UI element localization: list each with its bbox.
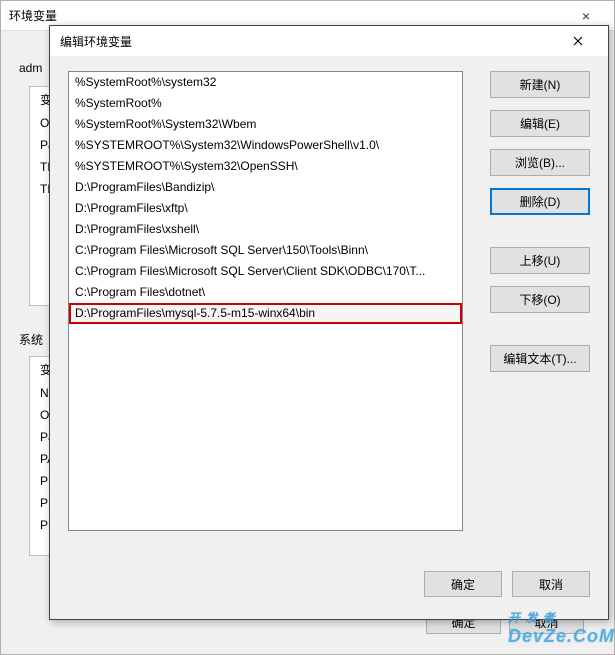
inner-body: %SystemRoot%\system32%SystemRoot%%System…: [50, 56, 608, 619]
inner-button-row: 确定 取消: [424, 571, 590, 597]
new-button[interactable]: 新建(N): [490, 71, 590, 98]
path-list-item[interactable]: %SYSTEMROOT%\System32\OpenSSH\: [69, 156, 462, 177]
path-list[interactable]: %SystemRoot%\system32%SystemRoot%%System…: [68, 71, 463, 531]
inner-title: 编辑环境变量: [60, 33, 558, 50]
side-button-column: 新建(N) 编辑(E) 浏览(B)... 删除(D) 上移(U) 下移(O) 编…: [490, 71, 590, 372]
path-list-item[interactable]: %SystemRoot%\System32\Wbem: [69, 114, 462, 135]
outer-title: 环境变量: [9, 7, 566, 24]
edit-text-button[interactable]: 编辑文本(T)...: [490, 345, 590, 372]
path-list-item[interactable]: D:\ProgramFiles\Bandizip\: [69, 177, 462, 198]
inner-cancel-button[interactable]: 取消: [512, 571, 590, 597]
path-list-item[interactable]: C:\Program Files\dotnet\: [69, 282, 462, 303]
path-list-item[interactable]: D:\ProgramFiles\xshell\: [69, 219, 462, 240]
edit-button[interactable]: 编辑(E): [490, 110, 590, 137]
delete-button[interactable]: 删除(D): [490, 188, 590, 215]
move-down-button[interactable]: 下移(O): [490, 286, 590, 313]
path-list-item[interactable]: D:\ProgramFiles\mysql-5.7.5-m15-winx64\b…: [69, 303, 462, 324]
browse-button[interactable]: 浏览(B)...: [490, 149, 590, 176]
path-list-item[interactable]: %SYSTEMROOT%\System32\WindowsPowerShell\…: [69, 135, 462, 156]
system-section-label: 系统: [19, 331, 43, 348]
user-section-label: adm: [19, 61, 42, 75]
close-icon: [573, 36, 583, 46]
path-list-item[interactable]: %SystemRoot%\system32: [69, 72, 462, 93]
edit-env-var-dialog: 编辑环境变量 %SystemRoot%\system32%SystemRoot%…: [49, 25, 609, 620]
inner-titlebar: 编辑环境变量: [50, 26, 608, 56]
inner-close-button[interactable]: [558, 27, 598, 55]
path-list-item[interactable]: %SystemRoot%: [69, 93, 462, 114]
path-list-item[interactable]: C:\Program Files\Microsoft SQL Server\15…: [69, 240, 462, 261]
path-list-item[interactable]: D:\ProgramFiles\xftp\: [69, 198, 462, 219]
path-list-item[interactable]: C:\Program Files\Microsoft SQL Server\Cl…: [69, 261, 462, 282]
move-up-button[interactable]: 上移(U): [490, 247, 590, 274]
inner-ok-button[interactable]: 确定: [424, 571, 502, 597]
